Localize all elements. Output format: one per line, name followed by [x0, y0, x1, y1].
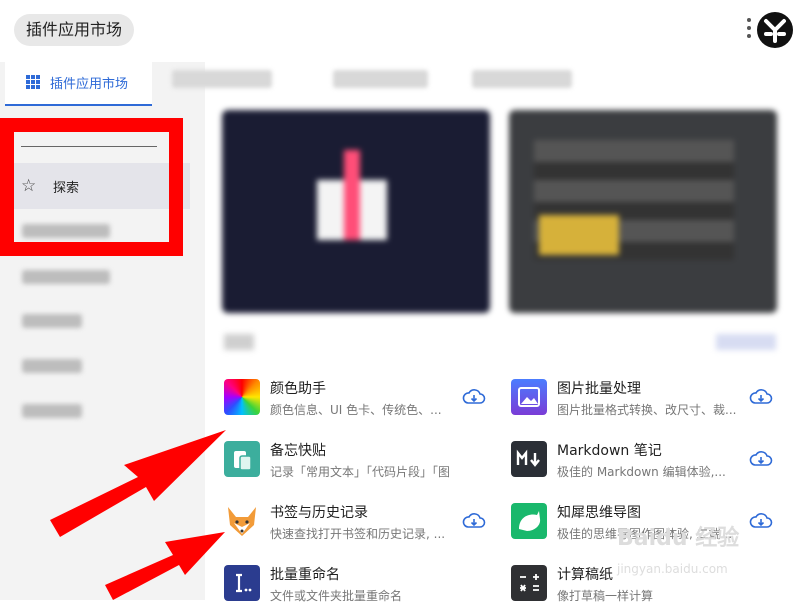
cloud-download-icon[interactable] [749, 388, 773, 406]
plugin-name: 计算稿纸 [557, 567, 613, 583]
plugin-description: 极佳的 Markdown 编辑体验,... [557, 465, 726, 479]
plugin-name: 备忘快贴 [270, 443, 326, 459]
tab-plugin-market[interactable]: 插件应用市场 [5, 62, 152, 106]
rhino-icon [511, 503, 547, 539]
tab-label: 插件应用市场 [50, 77, 129, 92]
calculator-icon [511, 565, 547, 601]
grid-icon [26, 75, 40, 89]
sidebar-item-blurred-3[interactable] [22, 314, 82, 328]
color-wheel-icon [224, 379, 260, 415]
gift-ribbon [344, 150, 360, 240]
tab-blurred-1[interactable] [172, 70, 272, 88]
watermark-url: jingyan.baidu.com [617, 562, 728, 576]
banner-text[interactable] [509, 110, 777, 313]
watermark-brand: Baidu 经验 [617, 526, 740, 551]
plugin-name: 批量重命名 [270, 567, 340, 583]
tab-blurred-2[interactable] [333, 70, 428, 88]
app-logo[interactable] [757, 12, 793, 48]
cloud-download-icon[interactable] [749, 512, 773, 530]
top-bar: 插件应用市场 [0, 0, 809, 62]
markdown-icon [511, 441, 547, 477]
plugin-name: 书签与历史记录 [270, 505, 368, 521]
plugin-name: 颜色助手 [270, 381, 326, 397]
sidebar-item-blurred-5[interactable] [22, 404, 82, 418]
sidebar-item-blurred-2[interactable] [22, 270, 110, 284]
plugin-name: 图片批量处理 [557, 381, 641, 397]
plugin-name: 知犀思维导图 [557, 505, 641, 521]
plugin-description: 像打草稿一样计算 [557, 589, 654, 603]
banner-highlight-graphic [539, 215, 619, 255]
section-header-blurred [218, 330, 778, 352]
annotation-arrow-lower [105, 532, 225, 600]
plugin-description: 记录「常用文本」「代码片段」「图... [270, 465, 450, 479]
plugin-description: 文件或文件夹批量重命名 [270, 589, 403, 603]
more-menu-icon[interactable] [746, 18, 752, 40]
tab-blurred-3[interactable] [472, 70, 572, 88]
plugin-description: 图片批量格式转换、改尺寸、裁... [557, 403, 737, 417]
image-icon [511, 379, 547, 415]
plugin-name: Markdown 笔记 [557, 443, 662, 459]
plugin-description: 快速查找打开书签和历史记录, ... [270, 527, 446, 541]
sidebar-item-blurred-4[interactable] [22, 359, 82, 373]
plugin-description: 颜色信息、UI 色卡、传统色、... [270, 403, 442, 417]
banner-gift[interactable] [222, 110, 490, 313]
annotation-highlight-box [0, 118, 183, 256]
cloud-download-icon[interactable] [462, 388, 486, 406]
app-title: 插件应用市场 [14, 14, 135, 46]
cloud-download-icon[interactable] [462, 512, 486, 530]
cloud-download-icon[interactable] [749, 450, 773, 468]
